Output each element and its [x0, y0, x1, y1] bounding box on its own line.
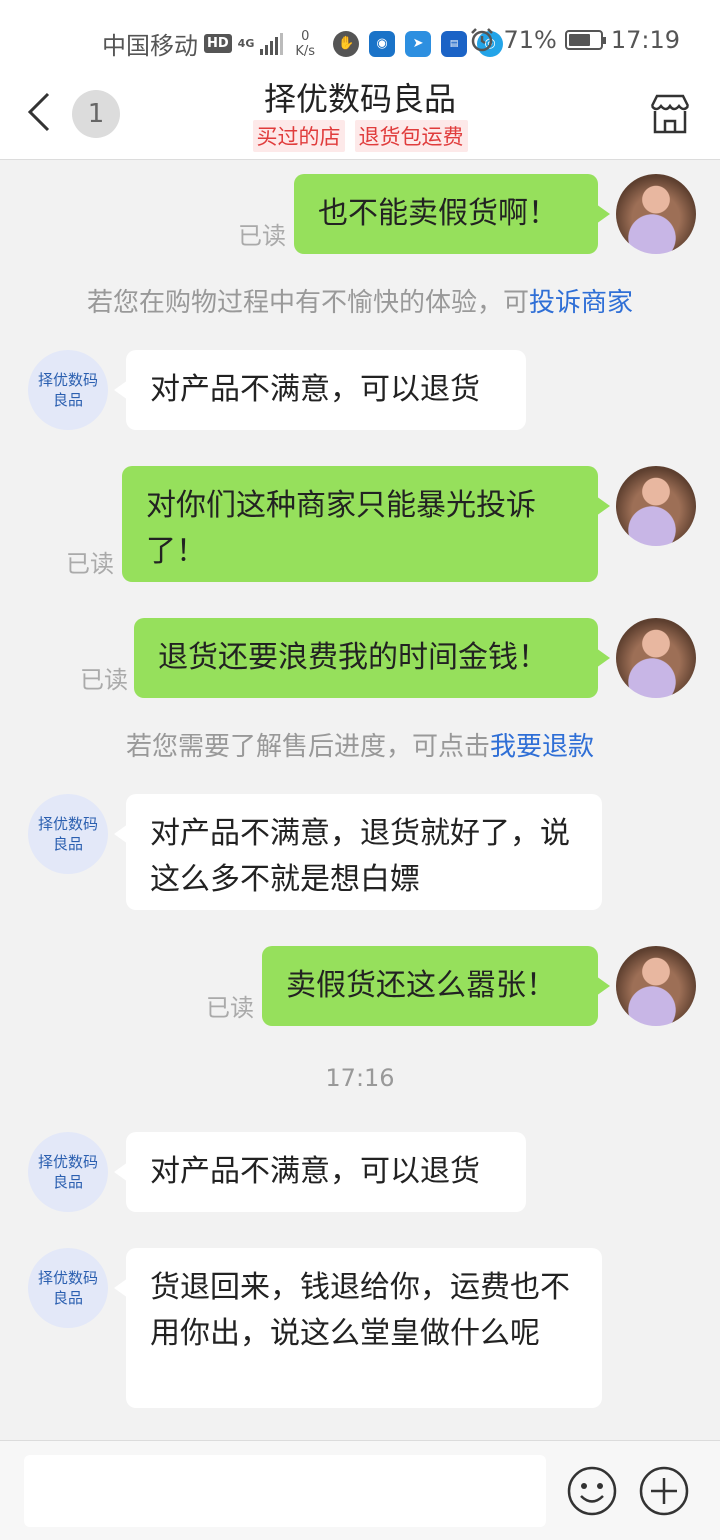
network-type: 4G [237, 37, 255, 50]
my-message-bubble[interactable]: 退货还要浪费我的时间金钱！ [134, 618, 610, 698]
shop-avatar[interactable]: 择优数码良品 [28, 794, 108, 874]
shop-message-bubble[interactable]: 对产品不满意，可以退货 [114, 350, 526, 430]
my-avatar[interactable] [616, 174, 696, 254]
status-bar: 中国移动 HD 4G 0 K/s ✋ ◉ ➤ ▤ ◎ 71% 17:19 [0, 0, 720, 80]
signal-icon [260, 32, 284, 55]
my-avatar[interactable] [616, 466, 696, 546]
read-receipt: 已读 [238, 222, 286, 250]
shop-icon[interactable] [648, 92, 692, 136]
shop-tags: 买过的店 退货包运费 [0, 120, 720, 152]
clock: 17:19 [610, 26, 680, 54]
request-refund-link[interactable]: 我要退款 [490, 732, 594, 762]
shop-avatar[interactable]: 择优数码良品 [28, 350, 108, 430]
my-message-bubble[interactable]: 对你们这种商家只能暴光投诉了！ [122, 466, 610, 582]
status-right: 71% 17:19 [469, 26, 680, 54]
shop-message-bubble[interactable]: 对产品不满意，退货就好了，说这么多不就是想白嫖 [114, 794, 602, 910]
system-notice-complaint: 若您在购物过程中有不愉快的体验，可投诉商家 [86, 288, 634, 318]
hd-badge: HD [204, 34, 232, 53]
shop-message-bubble[interactable]: 对产品不满意，可以退货 [114, 1132, 526, 1212]
message-input[interactable] [24, 1455, 546, 1527]
app-notification-icon: ◉ [369, 30, 396, 57]
my-message-bubble[interactable]: 卖假货还这么嚣张！ [262, 946, 610, 1026]
shop-message-bubble[interactable]: 货退回来，钱退给你，运费也不用你出，说这么堂皇做什么呢 [114, 1248, 602, 1408]
battery-icon [564, 30, 606, 50]
chat-message-list[interactable]: 已读 也不能卖假货啊！ 若您在购物过程中有不愉快的体验，可投诉商家 择优数码良品… [0, 160, 720, 1440]
complain-merchant-link[interactable]: 投诉商家 [529, 288, 633, 318]
message-input-bar [0, 1440, 720, 1540]
read-receipt: 已读 [66, 550, 114, 578]
tag-free-return-shipping: 退货包运费 [354, 120, 468, 152]
system-notice-refund: 若您需要了解售后进度，可点击我要退款 [125, 732, 595, 762]
carrier-name: 中国移动 [102, 32, 198, 60]
read-receipt: 已读 [80, 666, 128, 694]
plus-icon[interactable] [638, 1465, 690, 1517]
app-notification-icon: ✋ [333, 30, 360, 57]
my-avatar[interactable] [616, 946, 696, 1026]
battery-percent: 71% [503, 26, 557, 54]
emoji-icon[interactable] [566, 1465, 618, 1517]
app-notification-icon: ▤ [441, 30, 468, 57]
tag-purchased: 买过的店 [252, 120, 345, 152]
read-receipt: 已读 [206, 994, 254, 1022]
app-notification-icon: ➤ [405, 30, 432, 57]
shop-avatar[interactable]: 择优数码良品 [28, 1248, 108, 1328]
chat-header: 1 择优数码良品 买过的店 退货包运费 [0, 80, 720, 160]
alarm-icon [471, 28, 494, 52]
battery-level [568, 34, 591, 46]
shop-avatar[interactable]: 择优数码良品 [28, 1132, 108, 1212]
shop-title: 择优数码良品 [263, 80, 456, 118]
status-left: 中国移动 HD 4G 0 K/s ✋ ◉ ➤ ▤ ◎ [102, 26, 504, 61]
network-speed: 0 K/s [295, 28, 316, 59]
my-message-bubble[interactable]: 也不能卖假货啊！ [294, 174, 610, 254]
my-avatar[interactable] [616, 618, 696, 698]
timestamp: 17:16 [325, 1064, 395, 1092]
